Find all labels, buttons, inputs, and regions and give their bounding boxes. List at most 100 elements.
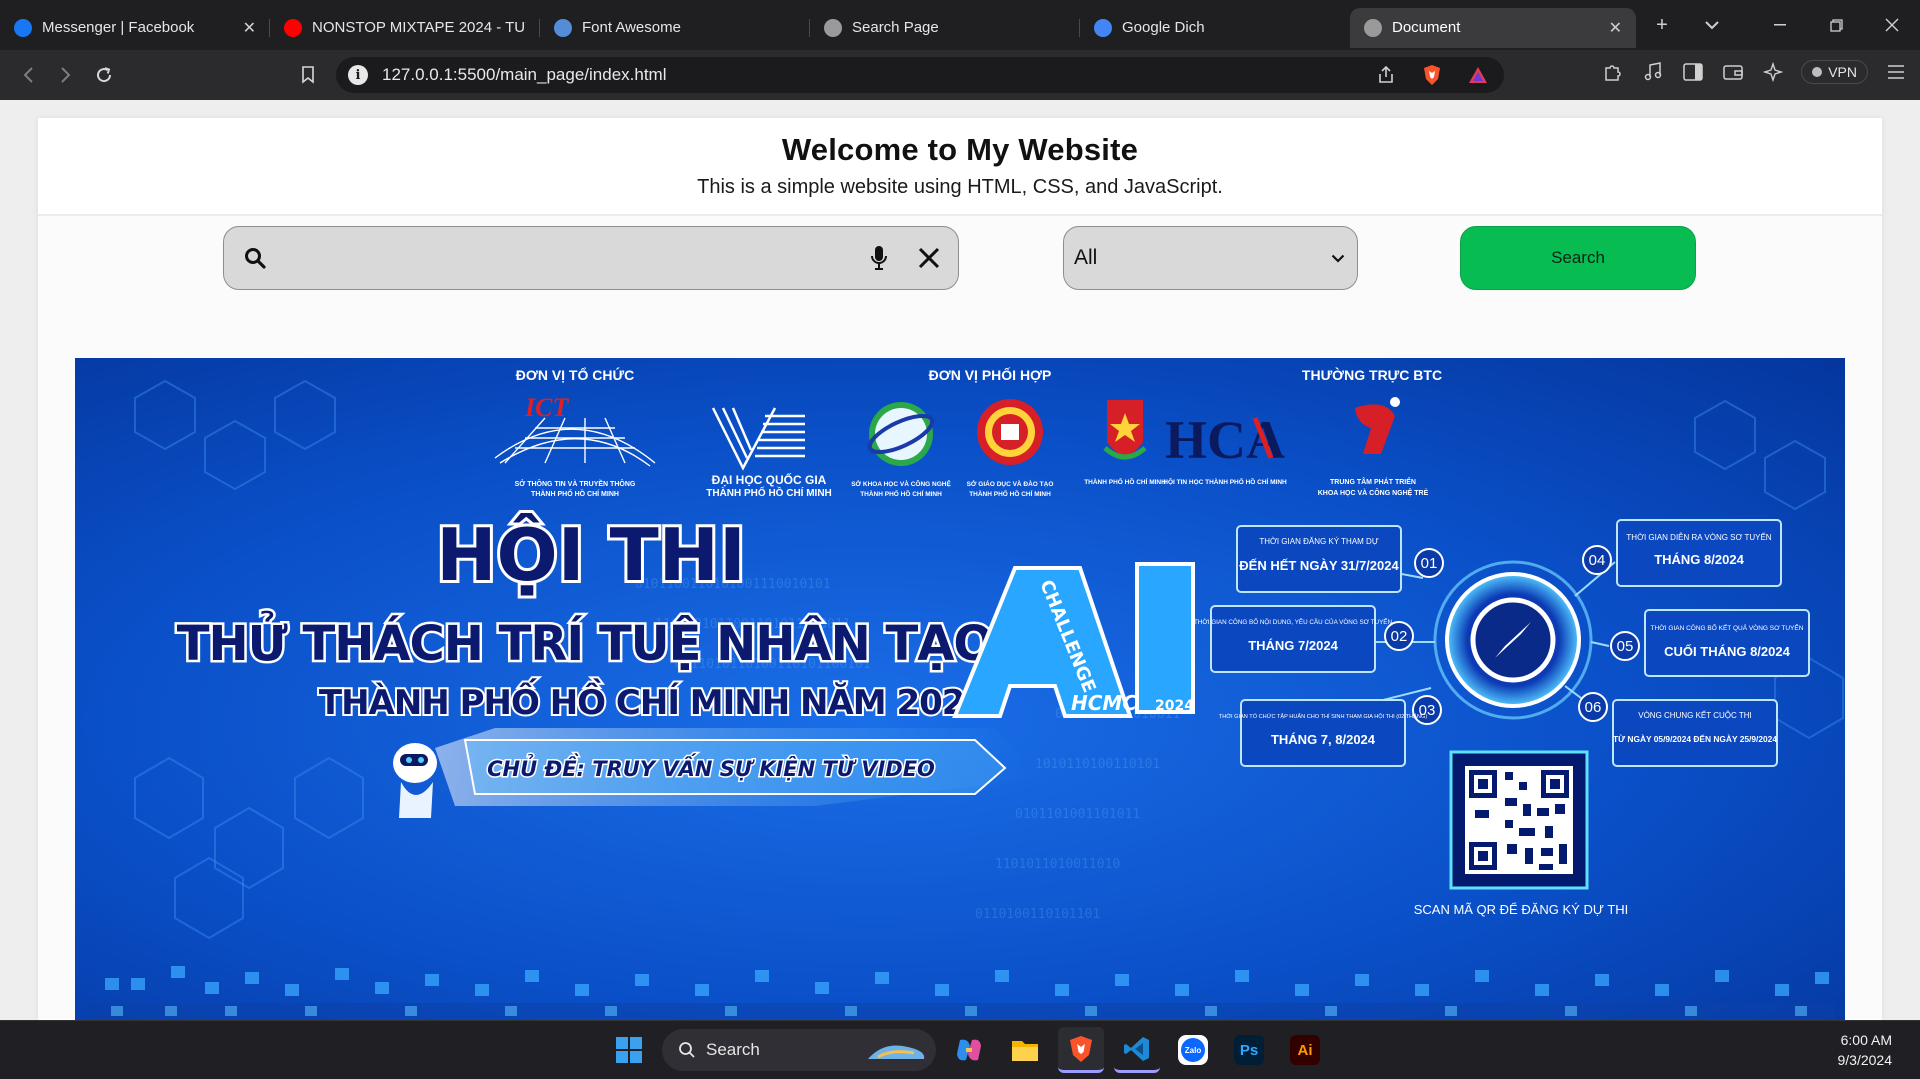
youtube-icon xyxy=(284,18,302,37)
standing-label: THƯỜNG TRỰC BTC xyxy=(1302,366,1442,383)
globe-icon xyxy=(1364,18,1382,37)
vpn-status-icon xyxy=(1812,67,1823,77)
svg-text:HCA: HCA xyxy=(1165,410,1285,470)
new-tab-button[interactable]: + xyxy=(1640,0,1684,50)
close-tab-icon[interactable]: ✕ xyxy=(243,18,256,38)
taskbar-search[interactable]: Search xyxy=(662,1029,936,1071)
url-text[interactable]: 127.0.0.1:5500/main_page/index.html xyxy=(382,65,666,85)
vpn-label: VPN xyxy=(1828,64,1857,80)
category-select-value: All xyxy=(1074,246,1098,269)
tab-6[interactable]: Document ✕ xyxy=(1350,7,1636,48)
tab-3[interactable]: Font Awesome xyxy=(540,8,810,48)
timeline-box-06: VÒNG CHUNG KẾT CUỘC THI TỪ NGÀY 05/9/202… xyxy=(1612,699,1778,767)
svg-text:THÁNG 8/2024: THÁNG 8/2024 xyxy=(1654,552,1744,567)
reload-button[interactable] xyxy=(86,57,122,93)
banner-graphic: ĐƠN VỊ TỔ CHỨC ĐƠN VỊ PHỐI HỢP THƯỜNG TR… xyxy=(75,358,1845,1020)
svg-text:HCMC: HCMC xyxy=(1071,691,1137,715)
headline-ai-challenge: THỬ THÁCH TRÍ TUỆ NHÂN TẠO xyxy=(177,610,993,672)
toolbar-right: VPN xyxy=(1601,60,1908,84)
brave-rewards-icon[interactable] xyxy=(1466,63,1490,87)
svg-text:CUỐI THÁNG 8/2024: CUỐI THÁNG 8/2024 xyxy=(1664,644,1790,659)
browser-tab-bar: Messenger | Facebook ✕ NONSTOP MIXTAPE 202… xyxy=(0,0,1920,50)
media-music-icon[interactable] xyxy=(1641,60,1665,84)
timeline-badge-05: 05 xyxy=(1610,631,1640,661)
svg-text:01: 01 xyxy=(1421,555,1438,572)
page-viewport: Welcome to My Website This is a simple w… xyxy=(0,100,1920,1020)
search-input[interactable] xyxy=(284,227,864,289)
brave-shields-icon[interactable] xyxy=(1420,63,1444,87)
timeline-badge-06: 06 xyxy=(1578,692,1608,722)
tab-title: Document xyxy=(1392,19,1461,36)
photoshop-label: Ps xyxy=(1234,1035,1264,1065)
file-explorer-icon[interactable] xyxy=(1002,1027,1048,1073)
tab-search-chevron-icon[interactable] xyxy=(1690,0,1734,50)
timeline-box-02: THỜI GIAN CÔNG BỐ NỘI DUNG, YÊU CẦU CỦA … xyxy=(1194,605,1392,673)
sidebar-icon[interactable] xyxy=(1681,60,1705,84)
illustrator-icon[interactable]: Ai xyxy=(1282,1027,1328,1073)
share-icon[interactable] xyxy=(1374,63,1398,87)
partner-label: ĐƠN VỊ PHỐI HỢP xyxy=(929,366,1052,383)
svg-text:05: 05 xyxy=(1617,638,1634,655)
tab-title: Search Page xyxy=(852,19,939,36)
clock-date: 9/3/2024 xyxy=(1837,1052,1893,1068)
search-icon xyxy=(244,247,284,269)
qr-caption: SCAN MÃ QR ĐỂ ĐĂNG KÝ DỰ THI xyxy=(1414,902,1629,917)
clear-search-icon[interactable] xyxy=(914,247,944,269)
taskbar-items: Search Zalo Ps Ai xyxy=(606,1027,1328,1073)
site-info-icon[interactable]: i xyxy=(348,65,368,85)
globe-icon xyxy=(824,18,842,37)
taskbar-search-label: Search xyxy=(706,1040,760,1059)
page-subtitle: This is a simple website using HTML, CSS… xyxy=(697,176,1223,198)
category-select[interactable]: All xyxy=(1063,226,1358,290)
close-window-button[interactable] xyxy=(1864,0,1920,50)
forward-button[interactable] xyxy=(48,57,84,93)
svg-text:THÁNG 7/2024: THÁNG 7/2024 xyxy=(1248,638,1338,653)
windows-start-icon[interactable] xyxy=(606,1027,652,1073)
svg-text:0101101001101011: 0101101001101011 xyxy=(1015,807,1140,822)
tab-1[interactable]: Messenger | Facebook ✕ xyxy=(0,8,270,48)
menu-hamburger-icon[interactable] xyxy=(1884,60,1908,84)
close-tab-icon[interactable]: ✕ xyxy=(1609,18,1622,38)
tab-5[interactable]: Google Dich xyxy=(1080,8,1350,48)
restore-button[interactable] xyxy=(1808,0,1864,50)
tab-4[interactable]: Search Page xyxy=(810,8,1080,48)
svg-text:04: 04 xyxy=(1589,552,1606,569)
svg-text:02: 02 xyxy=(1391,628,1408,645)
leo-ai-sparkle-icon[interactable] xyxy=(1761,60,1785,84)
svg-text:SỞ KHOA HỌC VÀ CÔNG NGHỆ: SỞ KHOA HỌC VÀ CÔNG NGHỆ xyxy=(851,479,951,488)
browser-toolbar: i 127.0.0.1:5500/main_page/index.html VP… xyxy=(0,50,1920,100)
minimize-button[interactable] xyxy=(1752,0,1808,50)
back-button[interactable] xyxy=(10,57,46,93)
timeline-box-05: THỜI GIAN CÔNG BỐ KẾT QUẢ VÒNG SƠ TUYỂN … xyxy=(1644,609,1810,677)
translate-icon xyxy=(1094,18,1112,37)
tab-title: NONSTOP MIXTAPE 2024 - TUYỂN xyxy=(312,19,526,36)
topic-text: CHỦ ĐỀ: TRUY VẤN SỰ KIỆN TỪ VIDEO xyxy=(487,753,935,781)
tab-2[interactable]: NONSTOP MIXTAPE 2024 - TUYỂN xyxy=(270,8,540,48)
svg-text:ĐẾN HẾT NGÀY 31/7/2024: ĐẾN HẾT NGÀY 31/7/2024 xyxy=(1239,558,1399,573)
clock-time: 6:00 AM xyxy=(1840,1032,1892,1048)
vpn-button[interactable]: VPN xyxy=(1801,60,1868,84)
search-button[interactable]: Search xyxy=(1460,226,1696,290)
copilot-icon[interactable] xyxy=(946,1027,992,1073)
svg-text:0110100110101101: 0110100110101101 xyxy=(975,907,1100,922)
address-bar[interactable]: i 127.0.0.1:5500/main_page/index.html xyxy=(336,57,1504,93)
svg-text:ICT: ICT xyxy=(524,393,569,422)
photoshop-icon[interactable]: Ps xyxy=(1226,1027,1272,1073)
topic-ribbon: CHỦ ĐỀ: TRUY VẤN SỰ KIỆN TỪ VIDEO xyxy=(435,728,1040,806)
svg-text:2024: 2024 xyxy=(1155,698,1194,714)
vscode-icon[interactable] xyxy=(1114,1027,1160,1073)
extensions-puzzle-icon[interactable] xyxy=(1601,60,1625,84)
tab-title: Font Awesome xyxy=(582,19,681,36)
system-clock[interactable]: 6:00 AM 9/3/2024 xyxy=(1838,1030,1893,1070)
bookmark-icon[interactable] xyxy=(290,57,326,93)
microphone-icon[interactable] xyxy=(864,245,894,271)
svg-text:THỜI GIAN DIỄN RA VÒNG SƠ TUYỂ: THỜI GIAN DIỄN RA VÒNG SƠ TUYỂN xyxy=(1626,533,1771,542)
svg-text:TRUNG TÂM PHÁT TRIỂN: TRUNG TÂM PHÁT TRIỂN xyxy=(1330,477,1416,486)
timeline-badge-01: 01 xyxy=(1414,548,1444,578)
svg-text:ĐẠI HỌC QUỐC GIA: ĐẠI HỌC QUỐC GIA xyxy=(712,472,827,487)
brave-browser-icon[interactable] xyxy=(1058,1027,1104,1073)
svg-text:THỜI GIAN TỔ CHỨC TẬP HUẤN CHO: THỜI GIAN TỔ CHỨC TẬP HUẤN CHO THÍ SINH … xyxy=(1219,713,1428,720)
wallet-icon[interactable] xyxy=(1721,60,1745,84)
registration-qr-code xyxy=(1449,750,1589,890)
zalo-icon[interactable]: Zalo xyxy=(1170,1027,1216,1073)
